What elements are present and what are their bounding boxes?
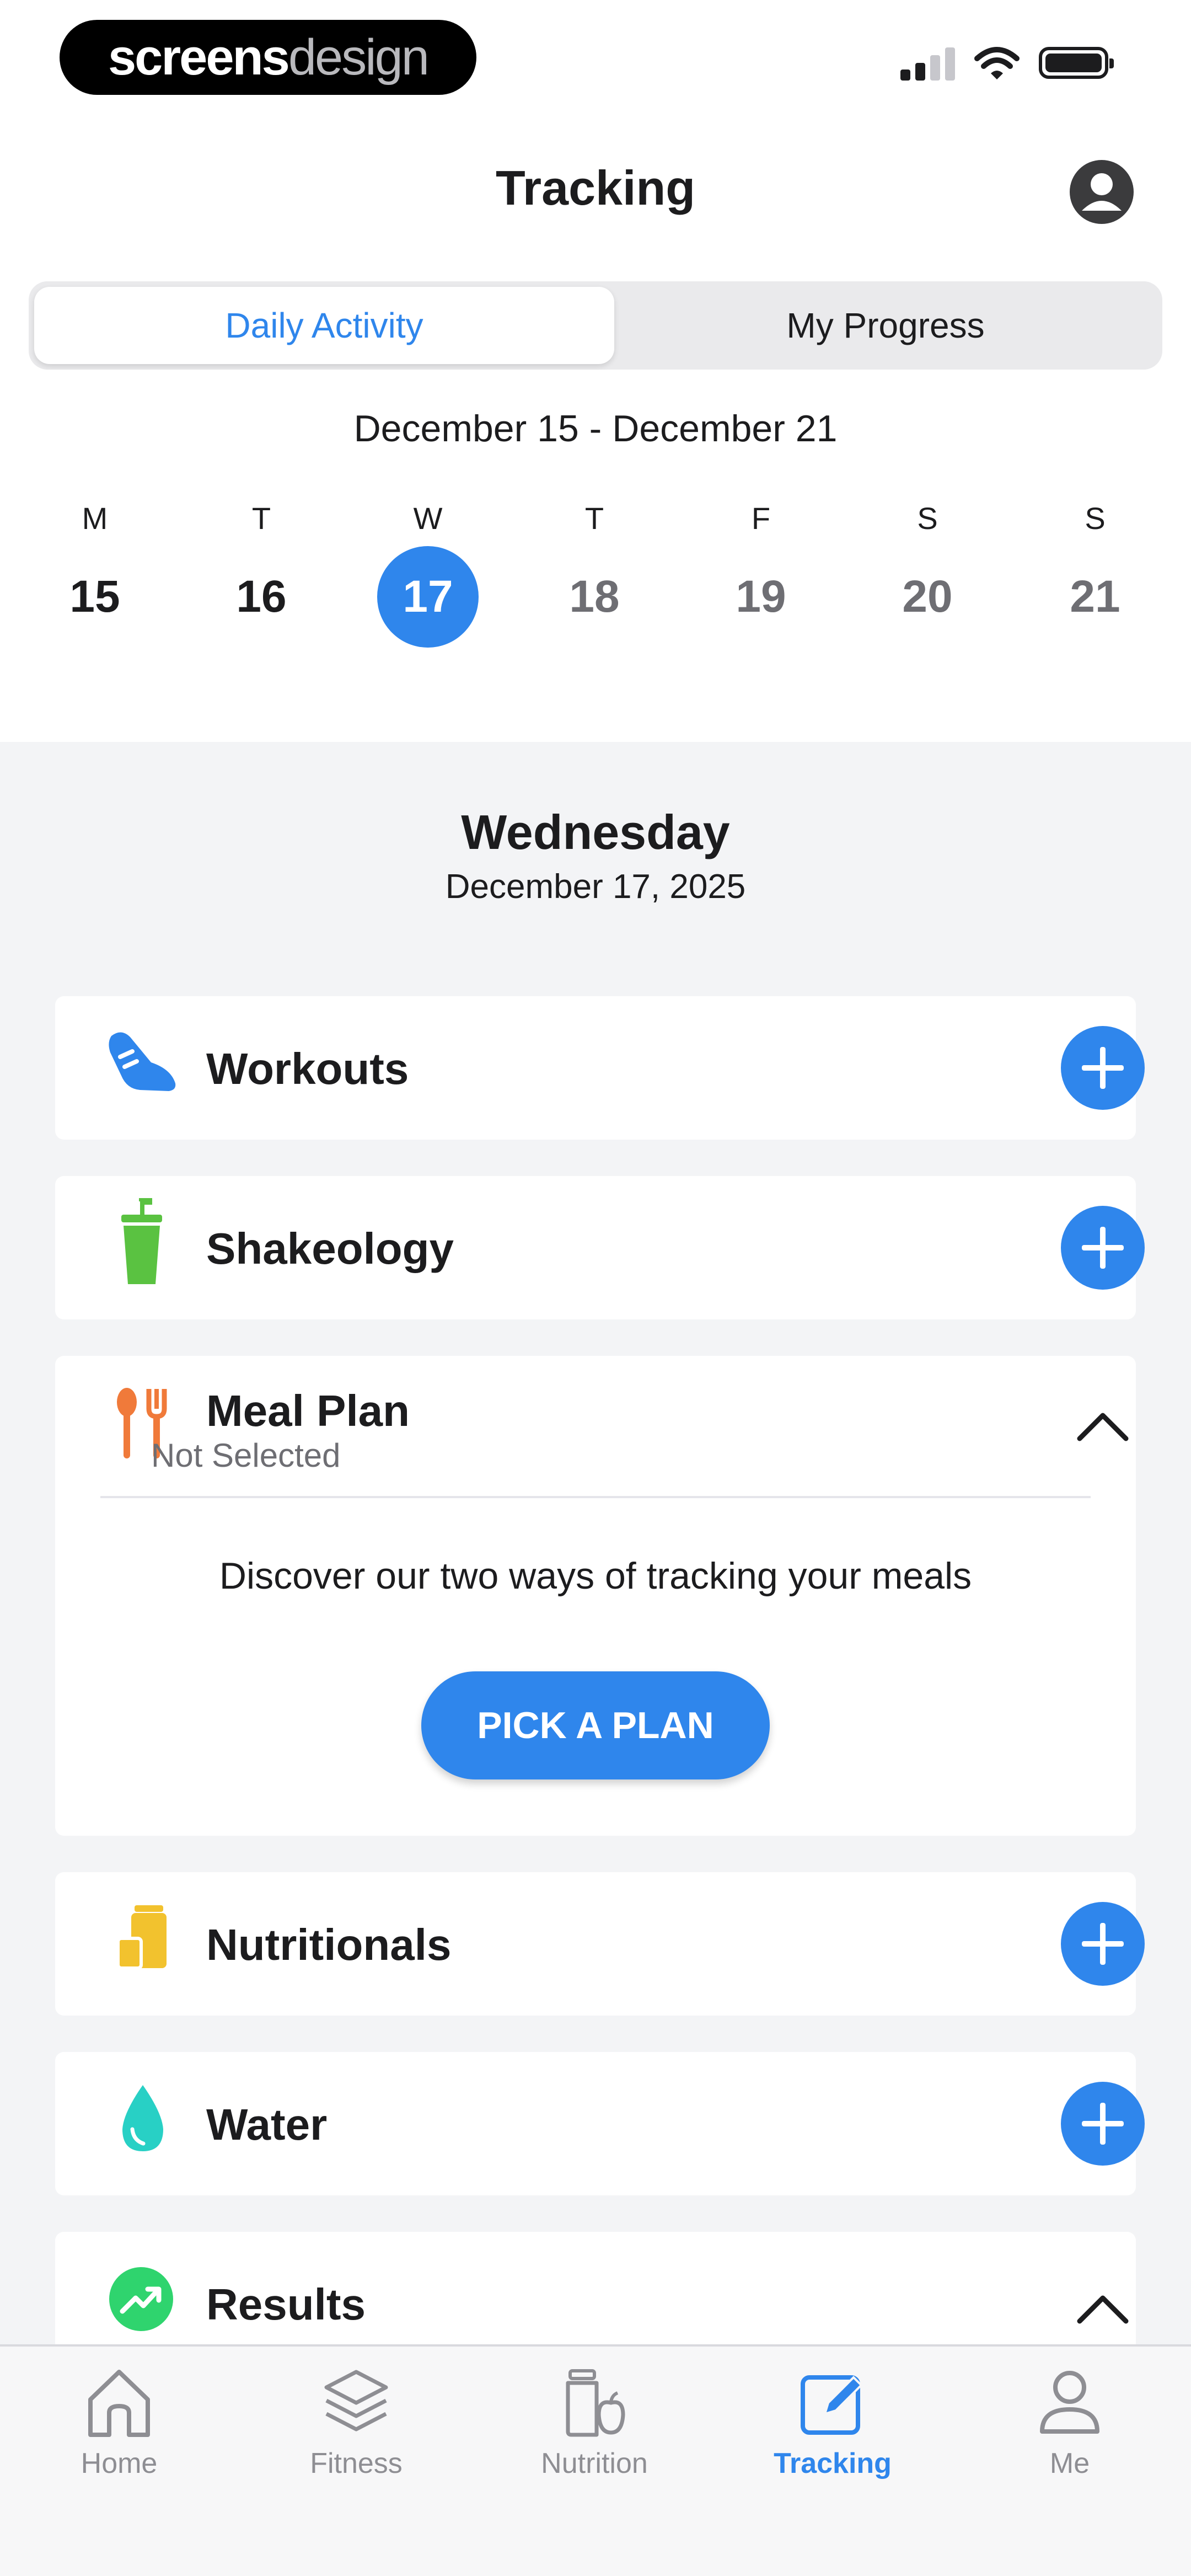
tab-home[interactable]: Home xyxy=(20,2366,218,2480)
tab-label: Tracking xyxy=(774,2447,892,2479)
tab-label: Me xyxy=(1049,2447,1090,2479)
day-monday[interactable]: M 15 xyxy=(40,496,150,648)
shakeology-card[interactable]: Shakeology xyxy=(55,1176,1145,1319)
day-letter: S xyxy=(1085,501,1106,536)
person-icon xyxy=(1082,173,1122,211)
day-letter: F xyxy=(751,501,771,536)
supplement-container-icon xyxy=(116,1905,167,1970)
day-friday[interactable]: F 19 xyxy=(706,496,816,648)
add-nutritionals-button[interactable] xyxy=(1061,1902,1145,1986)
day-thursday[interactable]: T 18 xyxy=(539,496,650,648)
selected-weekday: Wednesday xyxy=(461,805,730,859)
workouts-card[interactable]: Workouts xyxy=(55,996,1145,1140)
water-label: Water xyxy=(206,2100,328,2149)
day-letter: M xyxy=(82,501,108,536)
day-saturday[interactable]: S 20 xyxy=(872,496,983,648)
meal-plan-message: Discover our two ways of tracking your m… xyxy=(219,1555,972,1597)
day-number: 21 xyxy=(1070,571,1120,622)
nutrition-icon xyxy=(566,2369,625,2437)
day-sunday[interactable]: S 21 xyxy=(1040,496,1150,648)
pick-a-plan-button[interactable]: PICK A PLAN xyxy=(421,1671,770,1779)
day-wednesday-selected[interactable]: W 17 xyxy=(373,496,483,648)
home-icon xyxy=(88,2370,150,2437)
bottom-tab-bar: Home Fitness Nutrition Tracking Me xyxy=(0,2344,1191,2576)
battery-icon xyxy=(1039,47,1114,79)
wifi-icon xyxy=(974,47,1020,79)
trending-up-icon xyxy=(109,2267,173,2331)
results-label: Results xyxy=(206,2280,366,2329)
profile-avatar-button[interactable] xyxy=(1070,160,1134,224)
day-letter: T xyxy=(251,501,271,536)
day-number: 16 xyxy=(236,571,287,622)
tab-daily-activity[interactable]: Daily Activity xyxy=(34,287,614,364)
day-number: 20 xyxy=(902,571,953,622)
person-icon xyxy=(1040,2371,1099,2434)
tab-label: Home xyxy=(81,2447,158,2479)
meal-plan-title: Meal Plan xyxy=(206,1386,410,1435)
tab-label: Nutrition xyxy=(541,2447,648,2479)
shake-cup-icon xyxy=(121,1198,162,1284)
selected-date: December 17, 2025 xyxy=(445,868,746,906)
day-letter: W xyxy=(413,501,443,536)
week-range: December 15 - December 21 xyxy=(353,408,838,450)
shakeology-label: Shakeology xyxy=(206,1224,454,1273)
logo-text-screens: screens xyxy=(108,29,290,85)
day-number: 19 xyxy=(736,571,786,622)
day-letter: S xyxy=(917,501,938,536)
tab-label: Fitness xyxy=(310,2447,403,2479)
water-card[interactable]: Water xyxy=(55,2052,1145,2195)
day-number: 15 xyxy=(69,571,120,622)
status-bar xyxy=(900,45,1114,81)
sneaker-icon xyxy=(109,1032,176,1091)
divider xyxy=(100,1496,1091,1498)
cellular-signal-icon xyxy=(900,45,955,81)
tab-my-progress[interactable]: My Progress xyxy=(614,287,1157,364)
segmented-control: Daily Activity My Progress xyxy=(29,281,1162,370)
chevron-up-icon[interactable] xyxy=(1076,2292,1129,2326)
day-number: 18 xyxy=(569,571,620,622)
chevron-up-icon[interactable] xyxy=(1076,1410,1129,1443)
header-area: screens design Tracking Daily Activity My… xyxy=(0,0,1191,742)
edit-note-icon xyxy=(801,2375,863,2435)
layers-icon xyxy=(324,2370,388,2431)
add-water-button[interactable] xyxy=(1061,2082,1145,2166)
tab-fitness[interactable]: Fitness xyxy=(257,2366,455,2480)
day-letter: T xyxy=(584,501,604,536)
water-drop-icon xyxy=(122,2085,163,2151)
day-number: 17 xyxy=(377,546,479,648)
logo-text-design: design xyxy=(288,29,430,85)
meal-plan-status: Not Selected xyxy=(151,1437,341,1474)
day-tuesday[interactable]: T 16 xyxy=(206,496,316,648)
add-workout-button[interactable] xyxy=(1061,1026,1145,1110)
workouts-label: Workouts xyxy=(206,1044,409,1093)
week-day-selector: M 15 T 16 W 17 T 18 F 19 S 20 S 21 xyxy=(0,496,1191,662)
tab-me[interactable]: Me xyxy=(970,2366,1169,2480)
tracking-screen: screens design Tracking Daily Activity My… xyxy=(0,0,1191,2576)
page-title: Tracking xyxy=(496,161,695,215)
nutritionals-label: Nutritionals xyxy=(206,1920,452,1969)
nutritionals-card[interactable]: Nutritionals xyxy=(55,1872,1145,2016)
add-shakeology-button[interactable] xyxy=(1061,1206,1145,1290)
tab-nutrition[interactable]: Nutrition xyxy=(495,2366,694,2480)
tab-tracking[interactable]: Tracking xyxy=(733,2366,932,2480)
screensdesign-logo: screens design xyxy=(60,20,476,95)
